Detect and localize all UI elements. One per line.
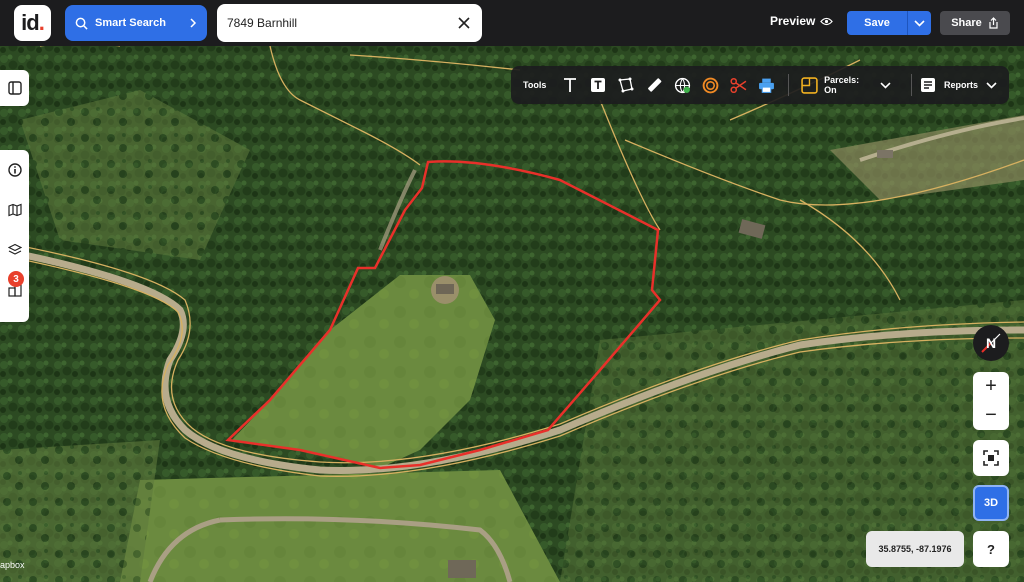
polygon-icon: [618, 77, 634, 93]
split-tool-button[interactable]: [724, 71, 752, 99]
share-button[interactable]: Share: [940, 11, 1010, 35]
focus-frame-icon: [983, 450, 999, 466]
polygon-tool-button[interactable]: [612, 71, 640, 99]
smart-search-button[interactable]: Smart Search: [65, 5, 207, 41]
notification-badge: 3: [8, 271, 24, 287]
share-label: Share: [951, 17, 982, 29]
text-box-icon: [591, 78, 606, 92]
satellite-imagery: [0, 46, 1024, 582]
toolbar-divider: [911, 74, 913, 96]
globe-tool-button[interactable]: [668, 71, 696, 99]
parcels-label: Parcels: On: [824, 75, 860, 95]
sidebar-item-buildings[interactable]: 3: [0, 270, 29, 310]
coordinates-readout: 35.8755, -87.1976: [866, 531, 964, 567]
logo-text: id: [21, 10, 40, 35]
3d-toggle-button[interactable]: 3D: [973, 485, 1009, 521]
zoom-in-button[interactable]: +: [973, 372, 1009, 401]
share-icon: [989, 17, 998, 29]
text-tool-button[interactable]: [556, 71, 584, 99]
search-box: [217, 4, 482, 42]
zoom-controls: + −: [973, 372, 1009, 430]
save-button[interactable]: Save: [847, 11, 907, 35]
save-dropdown-button[interactable]: [907, 11, 931, 35]
measure-tool-button[interactable]: [640, 71, 668, 99]
clear-search-button[interactable]: [456, 15, 472, 31]
top-bar: id. Smart Search Preview Save Share: [0, 0, 1024, 46]
radius-icon: [702, 77, 719, 93]
reports-icon: [921, 78, 936, 92]
globe-icon: [674, 77, 690, 93]
tools-toolbar: Tools Parcels: On Reports: [511, 66, 1009, 104]
smart-search-label: Smart Search: [95, 17, 166, 29]
left-side-panel: 3: [0, 150, 29, 322]
zoom-out-button[interactable]: −: [973, 401, 1009, 430]
reports-menu[interactable]: Reports: [920, 77, 997, 93]
chevron-right-icon: [190, 18, 197, 28]
map-icon: [7, 203, 22, 217]
compass-label: N: [985, 335, 997, 351]
sidebar-item-info[interactable]: [0, 150, 29, 190]
ruler-icon: [648, 78, 662, 92]
reports-label: Reports: [944, 80, 979, 90]
help-button[interactable]: ?: [973, 531, 1009, 567]
radius-tool-button[interactable]: [696, 71, 724, 99]
toolbar-divider: [788, 74, 790, 96]
layers-icon: [7, 243, 22, 255]
search-input[interactable]: [227, 16, 456, 30]
preview-label: Preview: [770, 14, 816, 28]
map-attribution: apbox: [0, 560, 25, 570]
preview-button[interactable]: Preview: [770, 14, 834, 28]
chevron-down-icon: [986, 81, 997, 89]
panel-toggle-button[interactable]: [0, 70, 29, 106]
info-icon: [7, 163, 22, 177]
compass-button[interactable]: N: [973, 325, 1009, 361]
eye-icon: [820, 17, 834, 25]
print-tool-button[interactable]: [752, 71, 780, 99]
text-box-tool-button[interactable]: [584, 71, 612, 99]
close-icon: [458, 17, 470, 29]
scissors-icon: [730, 77, 746, 93]
map-view[interactable]: apbox: [0, 46, 1024, 582]
text-icon: [564, 78, 577, 92]
logo-dot: .: [38, 10, 45, 35]
print-icon: [758, 78, 774, 93]
chevron-down-icon: [914, 19, 925, 27]
parcels-icon: [801, 76, 818, 94]
search-icon: [75, 17, 88, 30]
sidebar-item-layers[interactable]: [0, 230, 29, 270]
app-logo[interactable]: id.: [14, 5, 51, 41]
tools-label: Tools: [523, 80, 547, 90]
fit-bounds-button[interactable]: [973, 440, 1009, 476]
sidebar-item-map[interactable]: [0, 190, 29, 230]
sidebar-icon: [7, 81, 22, 95]
chevron-down-icon: [880, 81, 891, 89]
parcels-toggle[interactable]: Parcels: On: [801, 75, 891, 95]
